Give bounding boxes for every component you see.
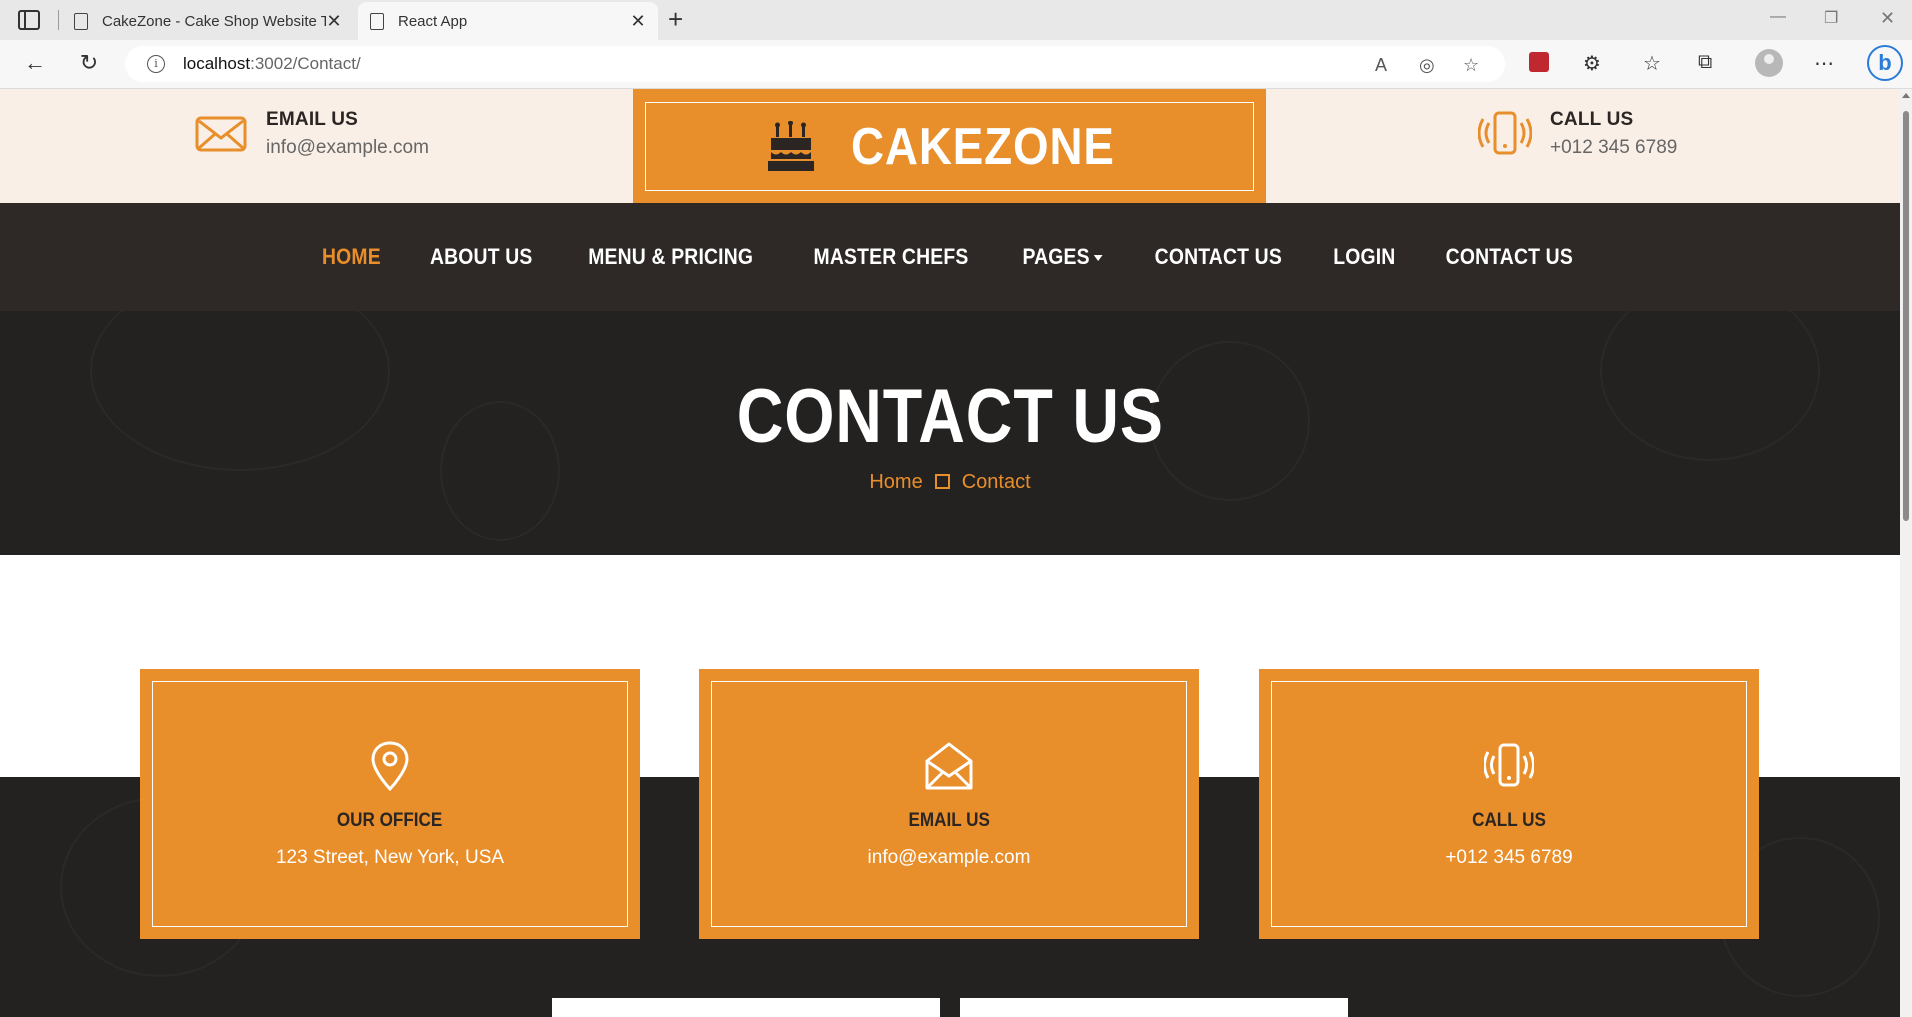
logo-frame: CAKEZONE <box>645 102 1254 191</box>
extensions-icon[interactable]: ⚙ <box>1583 51 1601 76</box>
minimize-icon[interactable]: — <box>1770 8 1786 26</box>
nav-pages-label: PAGES <box>1022 244 1090 269</box>
site-info-icon[interactable]: i <box>147 55 165 73</box>
back-icon[interactable]: ← <box>20 50 50 76</box>
read-aloud-icon[interactable]: A <box>1375 55 1387 76</box>
topbar-email-value: info@example.com <box>266 137 429 158</box>
topbar-phone-title: CALL US <box>1550 109 1634 130</box>
profile-avatar[interactable] <box>1755 49 1783 77</box>
close-icon[interactable]: ✕ <box>630 11 646 32</box>
card-frame: EMAIL US info@example.com <box>711 681 1187 927</box>
browser-tab-cakezone[interactable]: CakeZone - Cake Shop Website T ✕ <box>62 2 354 40</box>
address-bar-row: ← ↻ i localhost:3002/Contact/ A ◎ ☆ ⚙ ☆ … <box>0 40 1912 89</box>
page-header: CONTACT US Home Contact <box>0 311 1900 555</box>
tab-title: React App <box>398 12 468 30</box>
breadcrumb-separator-icon <box>934 474 950 489</box>
envelope-icon <box>195 116 247 152</box>
page-icon <box>370 12 384 30</box>
logo[interactable]: CAKEZONE <box>633 89 1266 203</box>
nav-contact-us[interactable]: CONTACT US <box>1155 244 1282 270</box>
refresh-icon[interactable]: ↻ <box>74 50 104 76</box>
url-input[interactable]: i localhost:3002/Contact/ A ◎ ☆ <box>125 46 1505 82</box>
birthday-cake-icon <box>767 120 814 171</box>
card-title: CALL US <box>1272 810 1746 832</box>
open-envelope-icon <box>925 742 973 790</box>
nav-master-chefs[interactable]: MASTER CHEFS <box>813 244 968 270</box>
browser-tab-bar: CakeZone - Cake Shop Website T ✕ React A… <box>0 0 1912 40</box>
breadcrumb: Home Contact <box>0 471 1900 494</box>
top-contact-bar: EMAIL US info@example.com CAKEZONE CALL … <box>0 89 1900 203</box>
form-email-field[interactable] <box>960 998 1348 1017</box>
vibrating-phone-icon <box>1478 111 1532 155</box>
office-card: OUR OFFICE 123 Street, New York, USA <box>140 669 640 939</box>
main-nav: HOME ABOUT US MENU & PRICING MASTER CHEF… <box>0 203 1900 311</box>
window-close-icon[interactable]: ✕ <box>1880 8 1895 29</box>
nav-home[interactable]: HOME <box>322 244 381 270</box>
card-value: info@example.com <box>867 847 1031 868</box>
tab-title: CakeZone - Cake Shop Website T <box>102 12 326 30</box>
chevron-down-icon <box>1093 255 1103 262</box>
nav-menu-pricing[interactable]: MENU & PRICING <box>589 244 754 270</box>
topbar-phone: CALL US +012 345 6789 <box>1478 107 1677 161</box>
page-icon <box>74 12 88 30</box>
nav-contact-us-2[interactable]: CONTACT US <box>1446 244 1573 270</box>
page-scrollbar[interactable] <box>1900 89 1912 1017</box>
scrollbar-thumb[interactable] <box>1903 111 1909 521</box>
card-title: EMAIL US <box>712 810 1186 832</box>
url-path: :3002/Contact/ <box>250 54 361 73</box>
nav-about-us[interactable]: ABOUT US <box>430 244 533 270</box>
email-card: EMAIL US info@example.com <box>699 669 1199 939</box>
card-value: 123 Street, New York, USA <box>275 847 505 868</box>
tracking-prevention-icon[interactable]: ◎ <box>1419 55 1435 76</box>
tab-actions-icon[interactable] <box>18 10 40 30</box>
page-title-text: CONTACT US <box>736 374 1164 459</box>
card-title: OUR OFFICE <box>153 810 627 832</box>
extension-icon[interactable] <box>1529 52 1549 72</box>
web-page: EMAIL US info@example.com CAKEZONE CALL … <box>0 89 1900 1017</box>
close-icon[interactable]: ✕ <box>326 11 342 32</box>
logo-text: CAKEZONE <box>850 117 1115 176</box>
restore-icon[interactable]: ❐ <box>1824 8 1838 28</box>
phone-card: CALL US +012 345 6789 <box>1259 669 1759 939</box>
card-title-text: CALL US <box>1472 810 1546 831</box>
card-frame: OUR OFFICE 123 Street, New York, USA <box>152 681 628 927</box>
new-tab-button[interactable]: + <box>668 6 683 32</box>
browser-tab-react-app[interactable]: React App ✕ <box>358 2 658 40</box>
breadcrumb-home[interactable]: Home <box>869 471 922 493</box>
scroll-up-icon[interactable] <box>1902 93 1910 98</box>
card-title-text: EMAIL US <box>908 810 990 831</box>
card-title-text: OUR OFFICE <box>337 810 443 831</box>
vibrating-phone-icon <box>1484 743 1534 787</box>
topbar-phone-value: +012 345 6789 <box>1550 137 1678 158</box>
tab-divider <box>58 10 59 30</box>
breadcrumb-contact: Contact <box>961 471 1031 493</box>
page-title: CONTACT US <box>0 373 1900 460</box>
more-options-icon[interactable]: ⋯ <box>1814 51 1834 76</box>
nav-login[interactable]: LOGIN <box>1333 244 1395 270</box>
card-frame: CALL US +012 345 6789 <box>1271 681 1747 927</box>
url-host: localhost <box>183 54 251 73</box>
collections-icon[interactable]: ⧉ <box>1698 51 1712 74</box>
form-name-field[interactable] <box>552 998 940 1017</box>
bing-copilot-icon[interactable]: b <box>1867 45 1903 81</box>
map-pin-icon <box>371 741 409 792</box>
topbar-email-title: EMAIL US <box>266 109 359 130</box>
add-favorite-icon[interactable]: ☆ <box>1463 55 1479 76</box>
favorites-icon[interactable]: ☆ <box>1643 51 1661 76</box>
nav-pages-dropdown[interactable]: PAGES <box>1022 244 1103 270</box>
topbar-email: EMAIL US info@example.com <box>194 107 429 161</box>
card-value: +012 345 6789 <box>1445 847 1573 868</box>
